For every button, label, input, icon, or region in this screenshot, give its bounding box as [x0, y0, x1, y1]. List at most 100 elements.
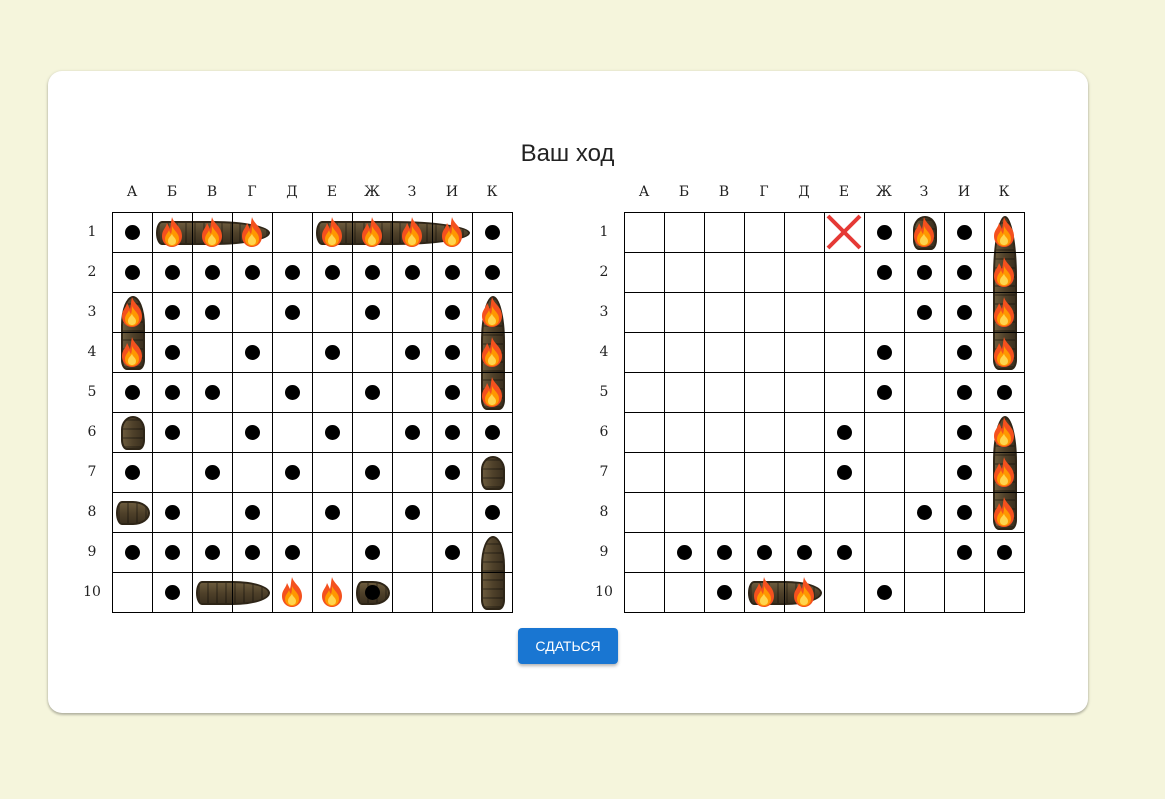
- grid-cell[interactable]: [824, 492, 865, 533]
- grid-cell[interactable]: [784, 412, 825, 453]
- grid-cell[interactable]: [664, 212, 705, 253]
- grid-cell[interactable]: [704, 292, 745, 333]
- grid-cell[interactable]: [824, 572, 865, 613]
- grid-cell[interactable]: [984, 492, 1025, 533]
- grid-cell[interactable]: [624, 572, 665, 613]
- enemy-grid[interactable]: [624, 212, 1025, 613]
- grid-cell[interactable]: [904, 572, 945, 613]
- grid-cell[interactable]: [784, 492, 825, 533]
- grid-cell[interactable]: [904, 212, 945, 253]
- grid-cell[interactable]: [904, 252, 945, 293]
- grid-cell[interactable]: [624, 332, 665, 373]
- grid-cell[interactable]: [744, 452, 785, 493]
- grid-cell[interactable]: [664, 372, 705, 413]
- grid-cell[interactable]: [744, 532, 785, 573]
- grid-cell[interactable]: [744, 372, 785, 413]
- grid-cell[interactable]: [784, 532, 825, 573]
- grid-cell[interactable]: [824, 332, 865, 373]
- grid-cell[interactable]: [784, 252, 825, 293]
- grid-cell[interactable]: [824, 532, 865, 573]
- grid-cell[interactable]: [704, 372, 745, 413]
- grid-cell[interactable]: [624, 212, 665, 253]
- grid-cell[interactable]: [944, 252, 985, 293]
- grid-cell[interactable]: [864, 412, 905, 453]
- grid-cell[interactable]: [664, 252, 705, 293]
- grid-cell[interactable]: [864, 372, 905, 413]
- grid-cell[interactable]: [864, 532, 905, 573]
- grid-cell[interactable]: [984, 412, 1025, 453]
- grid-cell[interactable]: [944, 492, 985, 533]
- grid-cell[interactable]: [664, 532, 705, 573]
- grid-cell[interactable]: [864, 332, 905, 373]
- grid-cell[interactable]: [784, 572, 825, 613]
- grid-cell[interactable]: [664, 332, 705, 373]
- grid-cell[interactable]: [944, 292, 985, 333]
- grid-cell[interactable]: [784, 372, 825, 413]
- grid-cell[interactable]: [744, 332, 785, 373]
- grid-cell[interactable]: [704, 212, 745, 253]
- enemy-board[interactable]: А Б В Г Д Е Ж З И К 1 2 3 4 5 6 7 8 9 10: [584, 178, 1025, 618]
- grid-cell[interactable]: [624, 292, 665, 333]
- grid-cell[interactable]: [864, 452, 905, 493]
- grid-cell[interactable]: [904, 372, 945, 413]
- grid-cell[interactable]: [744, 252, 785, 293]
- grid-cell[interactable]: [784, 292, 825, 333]
- grid-cell[interactable]: [824, 292, 865, 333]
- grid-cell[interactable]: [904, 412, 945, 453]
- grid-cell[interactable]: [944, 372, 985, 413]
- grid-cell[interactable]: [984, 332, 1025, 373]
- grid-cell[interactable]: [624, 252, 665, 293]
- grid-cell[interactable]: [744, 412, 785, 453]
- grid-cell[interactable]: [904, 532, 945, 573]
- grid-cell[interactable]: [984, 572, 1025, 613]
- grid-cell[interactable]: [824, 212, 865, 253]
- grid-cell[interactable]: [744, 572, 785, 613]
- grid-cell[interactable]: [704, 332, 745, 373]
- grid-cell[interactable]: [704, 412, 745, 453]
- grid-cell[interactable]: [744, 212, 785, 253]
- grid-cell[interactable]: [624, 532, 665, 573]
- grid-cell[interactable]: [784, 332, 825, 373]
- grid-cell[interactable]: [664, 412, 705, 453]
- grid-cell[interactable]: [664, 572, 705, 613]
- grid-cell[interactable]: [624, 452, 665, 493]
- grid-cell[interactable]: [824, 452, 865, 493]
- grid-cell[interactable]: [864, 292, 905, 333]
- grid-cell[interactable]: [944, 212, 985, 253]
- grid-cell[interactable]: [744, 292, 785, 333]
- grid-cell[interactable]: [704, 572, 745, 613]
- grid-cell[interactable]: [944, 452, 985, 493]
- grid-cell[interactable]: [984, 452, 1025, 493]
- grid-cell[interactable]: [904, 292, 945, 333]
- grid-cell[interactable]: [624, 372, 665, 413]
- grid-cell[interactable]: [864, 572, 905, 613]
- grid-cell[interactable]: [784, 452, 825, 493]
- grid-cell[interactable]: [824, 252, 865, 293]
- grid-cell[interactable]: [864, 492, 905, 533]
- grid-cell[interactable]: [984, 372, 1025, 413]
- grid-cell[interactable]: [984, 212, 1025, 253]
- grid-cell[interactable]: [944, 332, 985, 373]
- grid-cell[interactable]: [744, 492, 785, 533]
- grid-cell[interactable]: [904, 492, 945, 533]
- grid-cell[interactable]: [984, 532, 1025, 573]
- grid-cell[interactable]: [864, 252, 905, 293]
- grid-cell[interactable]: [824, 372, 865, 413]
- grid-cell[interactable]: [824, 412, 865, 453]
- grid-cell[interactable]: [784, 212, 825, 253]
- grid-cell[interactable]: [704, 532, 745, 573]
- grid-cell[interactable]: [664, 292, 705, 333]
- grid-cell[interactable]: [944, 532, 985, 573]
- grid-cell[interactable]: [664, 492, 705, 533]
- grid-cell[interactable]: [904, 332, 945, 373]
- grid-cell[interactable]: [904, 452, 945, 493]
- grid-cell[interactable]: [704, 252, 745, 293]
- grid-cell[interactable]: [944, 412, 985, 453]
- surrender-button[interactable]: СДАТЬСЯ: [518, 628, 618, 664]
- grid-cell[interactable]: [704, 452, 745, 493]
- grid-cell[interactable]: [984, 252, 1025, 293]
- grid-cell[interactable]: [984, 292, 1025, 333]
- grid-cell[interactable]: [864, 212, 905, 253]
- grid-cell[interactable]: [624, 492, 665, 533]
- grid-cell[interactable]: [664, 452, 705, 493]
